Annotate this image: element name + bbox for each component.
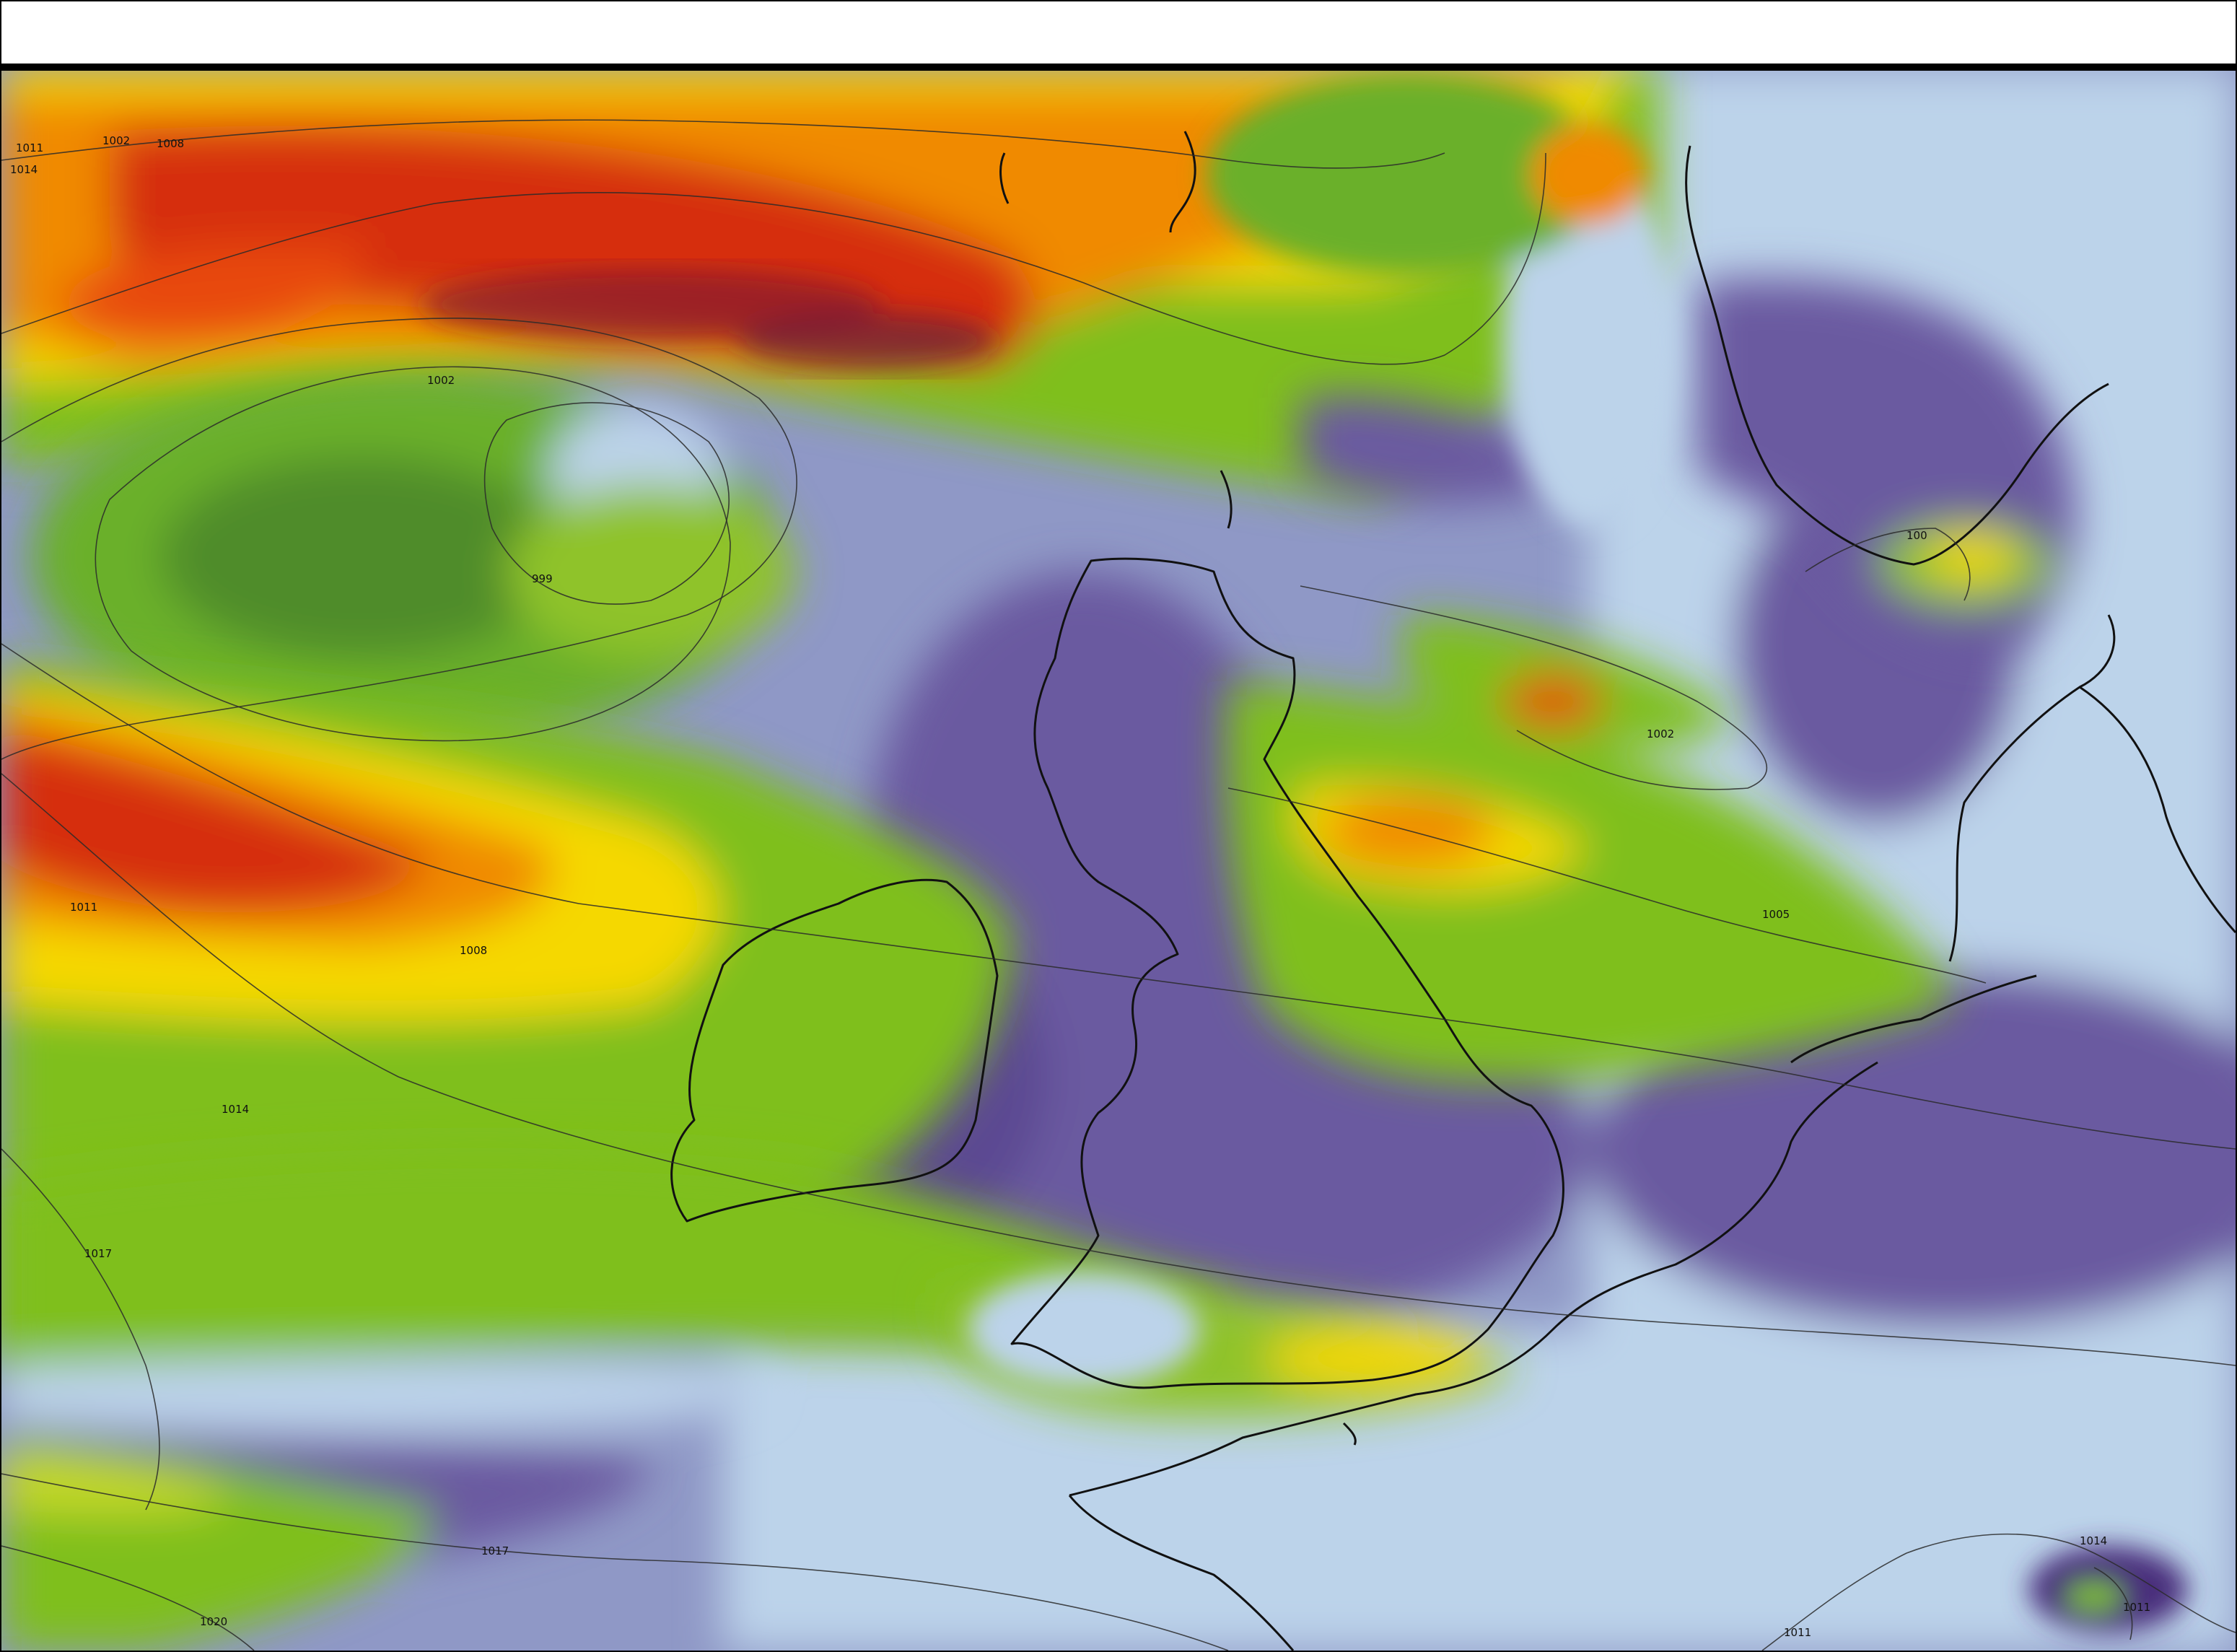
isobar-label: 100 xyxy=(1907,529,1927,542)
isobar-label: 1005 xyxy=(1762,908,1790,921)
isobar-label: 1002 xyxy=(427,374,455,387)
map-top-border xyxy=(1,64,2236,71)
isobar-label: 1011 xyxy=(16,141,43,154)
isobar-label: 1014 xyxy=(2080,1534,2107,1547)
isobar-label: 1020 xyxy=(200,1615,227,1628)
isobar-label: 1008 xyxy=(460,944,487,957)
isobar-label: 1014 xyxy=(222,1103,249,1116)
isobar-label: 1011 xyxy=(1784,1626,1811,1639)
isobar-label: 1002 xyxy=(1647,727,1674,740)
isobar-label: 999 xyxy=(532,572,553,585)
isobar-label: 1011 xyxy=(2123,1601,2150,1614)
isobar-label: 1014 xyxy=(10,163,38,176)
isobar-label: 1011 xyxy=(70,901,97,914)
isobar-label: 1002 xyxy=(102,134,130,147)
isobar-label: 1017 xyxy=(481,1544,509,1557)
weather-map: 1014 1011 1002 1008 1002 999 1011 1008 1… xyxy=(1,66,2236,1651)
isobar-label: 1008 xyxy=(157,137,184,150)
isobar-label: 1017 xyxy=(84,1247,112,1260)
